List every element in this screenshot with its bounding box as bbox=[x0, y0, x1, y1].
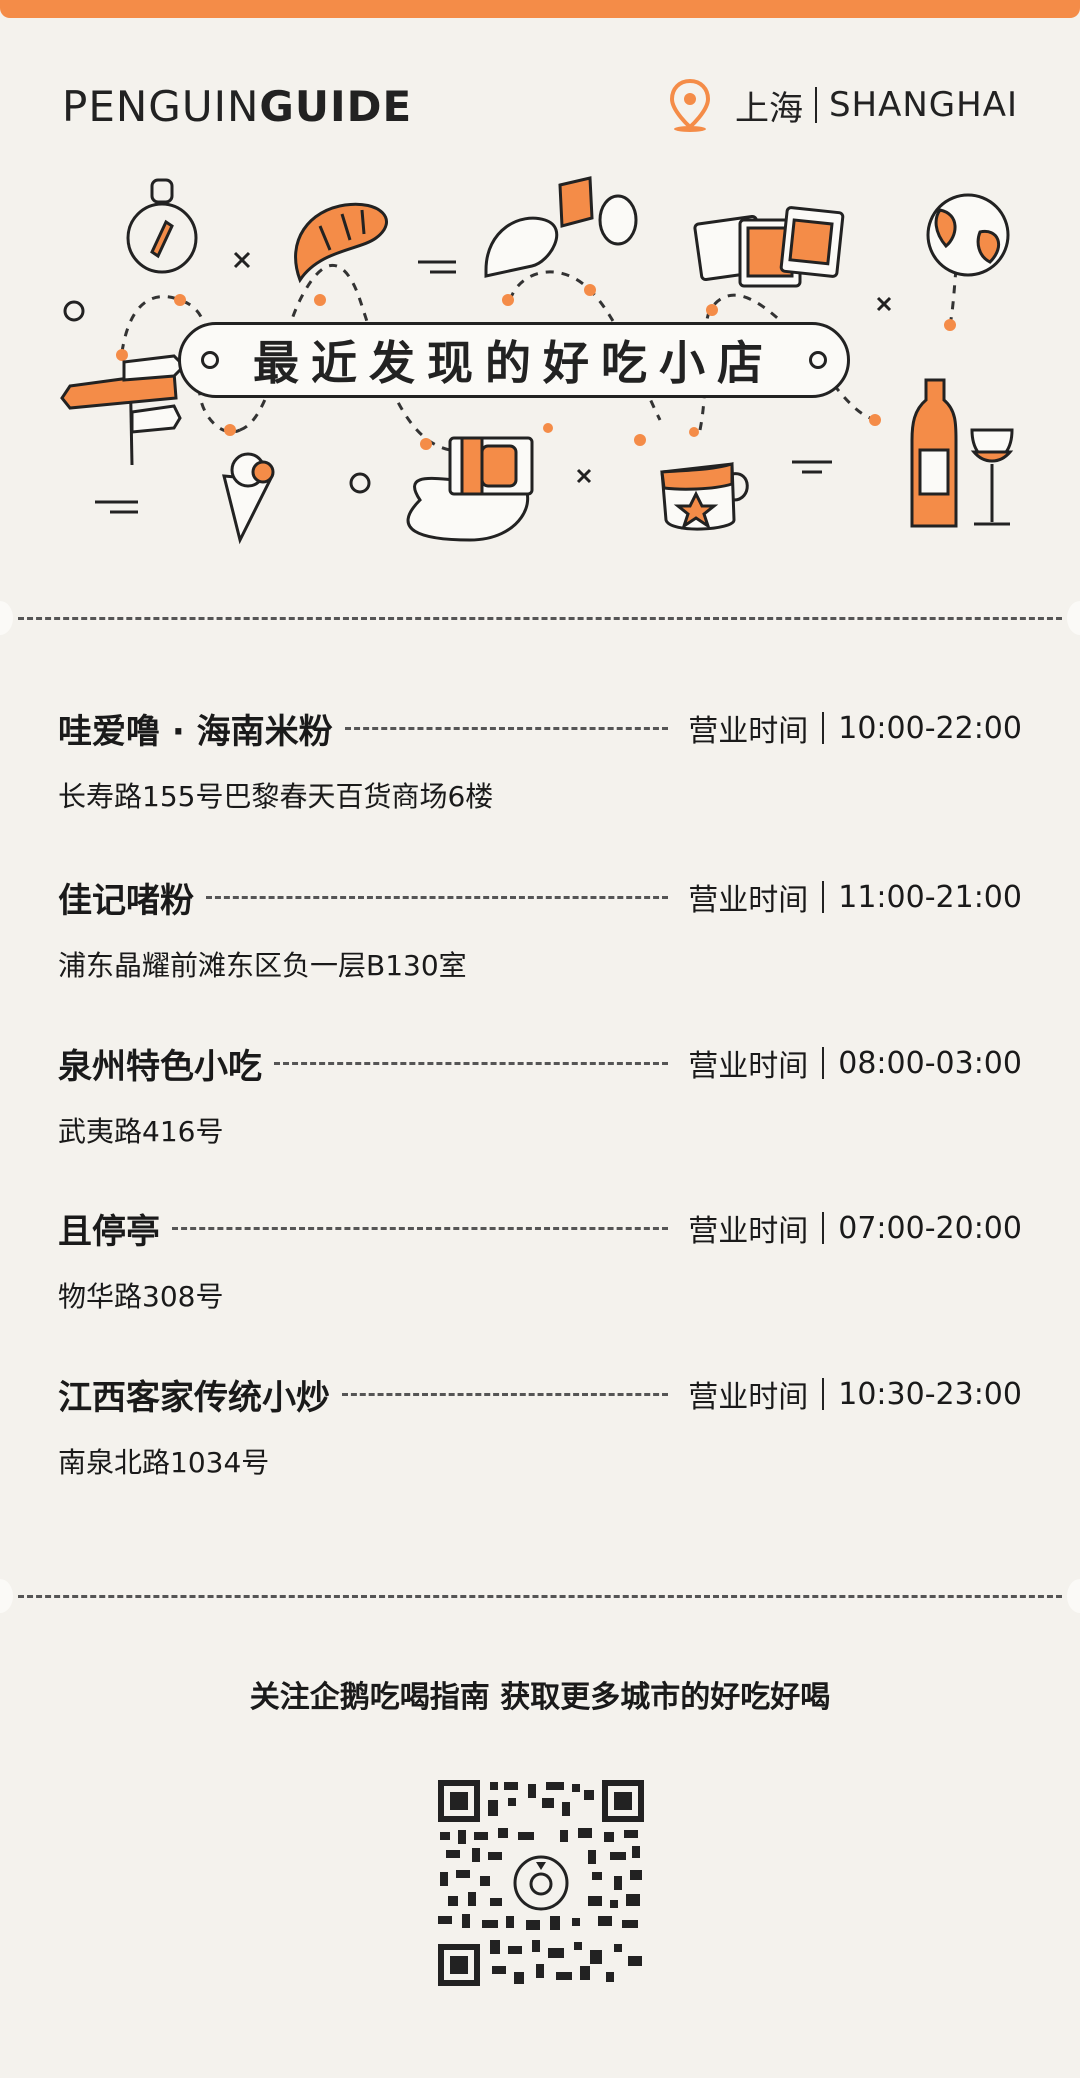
banner-left-dot bbox=[201, 351, 219, 369]
hours-separator bbox=[822, 1212, 825, 1244]
leader-dashes bbox=[206, 895, 669, 899]
notch-right bbox=[1067, 1579, 1080, 1613]
shop-name: 哇爱噜 · 海南米粉 bbox=[58, 711, 333, 752]
compass-icon bbox=[126, 178, 198, 274]
globe-icon bbox=[926, 193, 1010, 277]
banner: 最近发现的好吃小店 bbox=[178, 322, 850, 398]
shop-hours: 08:00-03:00 bbox=[838, 1045, 1022, 1081]
follow-text: 关注企鹅吃喝指南 获取更多城市的好吃好喝 bbox=[249, 1680, 831, 1715]
brand-bold: GUIDE bbox=[259, 82, 413, 131]
mug-icon bbox=[660, 461, 749, 531]
shop-hours: 10:00-22:00 bbox=[838, 710, 1022, 746]
hours-separator bbox=[822, 1378, 825, 1410]
shop-hours: 07:00-20:00 bbox=[838, 1210, 1022, 1246]
shop-name: 江西客家传统小炒 bbox=[58, 1377, 330, 1418]
city-separator bbox=[814, 87, 817, 123]
city-zh: 上海 bbox=[734, 88, 803, 129]
helmet-icon bbox=[484, 216, 559, 278]
shop-item: 佳记啫粉 营业时间 11:00-21:00 浦东晶耀前滩东区负一层B130室 bbox=[58, 872, 1022, 983]
shop-address: 长寿路155号巴黎春天百货商场6楼 bbox=[58, 780, 494, 813]
banner-right-dot bbox=[809, 351, 827, 369]
shop-name: 泉州特色小吃 bbox=[58, 1046, 262, 1087]
city-label: 上海 SHANGHAI bbox=[667, 78, 1018, 132]
poster: PENGUINGUIDE 上海 SHANGHAI 最近发现的好吃小店 哇爱噜 ·… bbox=[0, 0, 1080, 2078]
shop-address: 物华路308号 bbox=[58, 1280, 224, 1313]
ice-cream-icon bbox=[222, 452, 275, 545]
camera-icon bbox=[406, 436, 534, 542]
brand-light: PENGUIN bbox=[62, 82, 260, 131]
shop-hours: 11:00-21:00 bbox=[838, 879, 1022, 915]
top-divider bbox=[18, 617, 1062, 620]
notch-left bbox=[0, 1579, 13, 1613]
qr-code[interactable] bbox=[438, 1780, 644, 1986]
signpost-icon bbox=[60, 354, 187, 466]
shop-item: 江西客家传统小炒 营业时间 10:30-23:00 南泉北路1034号 bbox=[58, 1369, 1022, 1480]
banner-title: 最近发现的好吃小店 bbox=[253, 336, 775, 390]
hours-label: 营业时间 bbox=[688, 1380, 809, 1415]
croissant-icon bbox=[294, 202, 388, 284]
bottom-divider bbox=[18, 1595, 1062, 1598]
hours-separator bbox=[822, 712, 825, 744]
brand-logo: PENGUINGUIDE bbox=[62, 82, 412, 131]
shop-name: 佳记啫粉 bbox=[58, 880, 194, 921]
location-pin-icon bbox=[669, 78, 710, 132]
shop-item: 且停亭 营业时间 07:00-20:00 物华路308号 bbox=[58, 1203, 1022, 1314]
shop-item: 哇爱噜 · 海南米粉 营业时间 10:00-22:00 长寿路155号巴黎春天百… bbox=[58, 703, 1022, 814]
hours-label: 营业时间 bbox=[688, 714, 809, 749]
leader-dashes bbox=[342, 1392, 669, 1396]
wine-icon bbox=[910, 378, 1014, 528]
shop-hours: 10:30-23:00 bbox=[838, 1376, 1022, 1412]
hours-label: 营业时间 bbox=[688, 1049, 809, 1084]
leader-dashes bbox=[172, 1226, 669, 1230]
shop-name: 且停亭 bbox=[58, 1211, 160, 1252]
leader-dashes bbox=[344, 726, 669, 730]
hours-label: 营业时间 bbox=[688, 1214, 809, 1249]
hours-label: 营业时间 bbox=[688, 883, 809, 918]
shop-address: 武夷路416号 bbox=[58, 1115, 224, 1148]
shop-address: 浦东晶耀前滩东区负一层B130室 bbox=[58, 949, 467, 982]
photos-icon bbox=[693, 206, 845, 288]
leader-dashes bbox=[274, 1061, 669, 1065]
cheese-icon bbox=[558, 176, 638, 246]
notch-right bbox=[1067, 601, 1080, 635]
hours-separator bbox=[822, 1047, 825, 1079]
notch-left bbox=[0, 601, 13, 635]
top-accent-bar bbox=[0, 0, 1080, 18]
shop-address: 南泉北路1034号 bbox=[58, 1446, 270, 1479]
hours-separator bbox=[822, 881, 825, 913]
city-en: SHANGHAI bbox=[828, 85, 1018, 125]
shop-item: 泉州特色小吃 营业时间 08:00-03:00 武夷路416号 bbox=[58, 1038, 1022, 1149]
